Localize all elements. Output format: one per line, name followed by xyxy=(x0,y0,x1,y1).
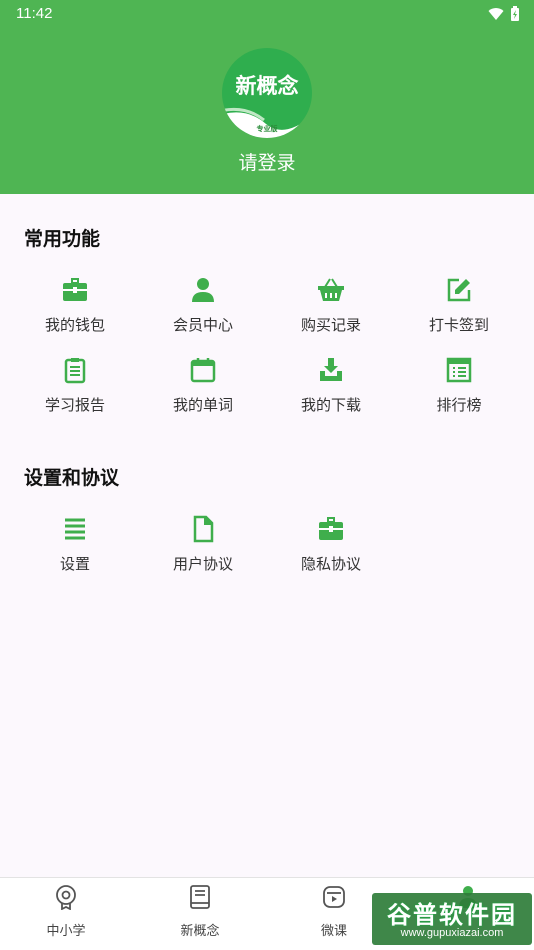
user-agreement-item[interactable]: 用户协议 xyxy=(143,515,263,581)
study-report-item[interactable]: 学习报告 xyxy=(15,356,135,422)
video-icon xyxy=(323,886,345,908)
member-center-item[interactable]: 会员中心 xyxy=(143,276,263,342)
status-time: 11:42 xyxy=(16,5,53,22)
section-title-common: 常用功能 xyxy=(24,228,101,250)
member-center-label: 会员中心 xyxy=(172,316,233,334)
calendar-icon xyxy=(190,358,216,383)
check-in-label: 打卡签到 xyxy=(428,316,489,334)
settings-label: 设置 xyxy=(59,555,90,573)
login-link[interactable]: 请登录 xyxy=(0,148,534,175)
menu-lines-icon xyxy=(65,518,85,540)
medal-icon xyxy=(56,885,76,910)
watermark: 谷普软件园 www.gupuxiazai.com xyxy=(372,893,532,945)
privacy-agreement-item[interactable]: 隐私协议 xyxy=(271,515,391,581)
watermark-title: 谷普软件园 xyxy=(387,901,517,929)
my-downloads-item[interactable]: 我的下载 xyxy=(271,356,391,422)
my-words-label: 我的单词 xyxy=(172,396,233,414)
user-agreement-label: 用户协议 xyxy=(172,555,233,573)
briefcase-icon xyxy=(319,517,343,540)
privacy-agreement-label: 隐私协议 xyxy=(300,555,361,573)
purchase-history-item[interactable]: 购买记录 xyxy=(271,276,391,342)
status-icons xyxy=(488,6,520,22)
wallet-icon xyxy=(63,278,87,301)
study-report-label: 学习报告 xyxy=(44,396,105,414)
profile-header: 11:42 新概念 专业版 请登录 xyxy=(0,0,534,194)
clipboard-icon xyxy=(64,358,86,384)
leaderboard-label: 排行榜 xyxy=(436,396,482,414)
logo-badge: 专业版 xyxy=(256,125,278,133)
download-icon xyxy=(320,358,342,381)
basket-icon xyxy=(318,278,344,301)
my-downloads-label: 我的下载 xyxy=(300,396,361,414)
my-words-item[interactable]: 我的单词 xyxy=(143,356,263,422)
leaderboard-item[interactable]: 排行榜 xyxy=(399,356,519,422)
section-title-settings: 设置和协议 xyxy=(24,467,120,489)
check-in-item[interactable]: 打卡签到 xyxy=(399,276,519,342)
nav-tab-new-concept[interactable]: 新概念 xyxy=(140,884,260,940)
wallet-item[interactable]: 我的钱包 xyxy=(15,276,135,342)
nav-label-new-concept: 新概念 xyxy=(180,924,220,939)
purchase-history-label: 购买记录 xyxy=(300,316,361,334)
person-icon xyxy=(192,278,214,302)
wifi-icon xyxy=(488,8,504,20)
status-bar: 11:42 xyxy=(0,0,534,28)
document-icon xyxy=(193,515,214,543)
edit-icon xyxy=(447,278,471,302)
logo-text: 新概念 xyxy=(235,74,299,98)
book-icon xyxy=(190,885,210,909)
wallet-label: 我的钱包 xyxy=(44,316,105,334)
battery-icon xyxy=(511,6,519,21)
list-board-icon xyxy=(446,357,472,383)
app-logo-avatar[interactable]: 新概念 专业版 xyxy=(222,48,312,138)
watermark-url: www.gupuxiazai.com xyxy=(400,927,504,939)
nav-label-primary-school: 中小学 xyxy=(46,924,86,939)
settings-item[interactable]: 设置 xyxy=(15,515,135,581)
nav-tab-primary-school[interactable]: 中小学 xyxy=(6,884,126,940)
